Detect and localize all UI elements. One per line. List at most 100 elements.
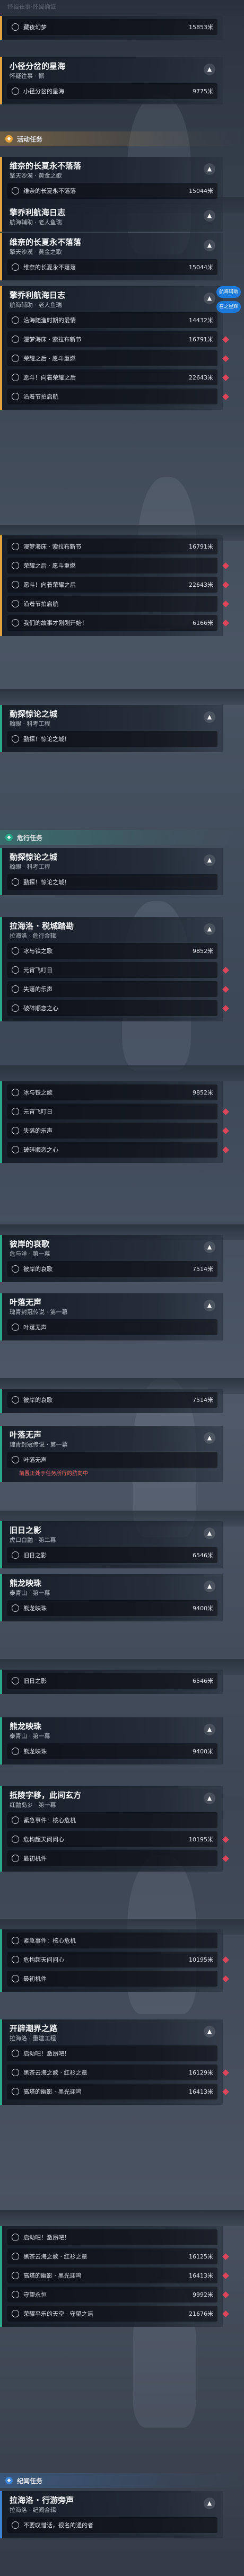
quest-step[interactable]: 失落的乐声 <box>7 1123 229 1139</box>
quest-card[interactable]: 抵陵字移，此间玄方 红鼬岛乡 · 第一幕 ▲ 紧急事件：核心危机 危构超天问问心 1019… <box>0 1786 229 1872</box>
quest-card[interactable]: 擎乔利航海日志 航海辅助 · 老人鱼瑞 ▲ <box>0 204 223 232</box>
quest-card[interactable]: 小径分岔的星海 怀疑往事 · 懈 ▲ 小径分岔的星海 9775米 <box>0 57 223 104</box>
quest-step[interactable]: 危构超天问问心 10195米 <box>7 1952 229 1968</box>
quest-card[interactable]: 藏夜幻梦 15853米 <box>0 16 223 40</box>
collapse-chevron-icon[interactable]: ▲ <box>204 210 215 222</box>
quest-card[interactable]: 勤探惊论之城 翰眼 · 科考工程 ▲ 勤探！惊论之城！ <box>0 705 223 752</box>
quest-step[interactable]: 守望永恒 9992米 <box>7 2287 229 2302</box>
quest-card[interactable]: 维奈的长夏永不落落 擎天沙漠 · 黄金之歌 ▲ 维奈的长夏永不落落 15044米 <box>0 233 223 280</box>
quest-card[interactable]: 拉海洛 · 行游旁声 拉海洛 · 纪闻合辑 ▲ 不要叹惜话，很名的通的者 <box>0 2491 223 2538</box>
collapse-chevron-icon[interactable]: ▲ <box>204 1724 215 1735</box>
quest-step[interactable]: 熊龙映珠 9400米 <box>7 1600 217 1616</box>
quest-step[interactable]: 荣耀平乐的天空 · 守望之谣 21676米 <box>7 2306 229 2322</box>
collapse-chevron-icon[interactable]: ▲ <box>204 923 215 935</box>
quest-step[interactable]: 藏夜幻梦 15853米 <box>7 19 217 35</box>
quest-step[interactable]: 荣耀之后 · 愿斗重燃 <box>7 350 229 366</box>
quest-card[interactable]: 维奈的长夏永不落落 擎天沙漠 · 黄金之歌 ▲ 维奈的长夏永不落落 15044米 <box>0 157 223 204</box>
collapse-chevron-icon[interactable]: ▲ <box>204 711 215 723</box>
quest-header[interactable]: 维奈的长夏永不落落 擎天沙漠 · 黄金之歌 ▲ <box>2 233 223 259</box>
quest-header[interactable]: 维奈的长夏永不落落 擎天沙漠 · 黄金之歌 ▲ <box>2 157 223 183</box>
quest-step[interactable]: 旧日之影 6546米 <box>7 1673 217 1689</box>
quest-step[interactable]: 愿斗！向着荣耀之后 22643米 <box>7 577 229 593</box>
quest-step[interactable]: 愿斗！向着荣耀之后 22643米 <box>7 369 229 385</box>
collapse-chevron-icon[interactable]: ▲ <box>204 1241 215 1253</box>
quest-step[interactable]: 破碎顺恋之心 <box>7 1142 229 1158</box>
quest-step[interactable]: 沿着节拍启航 <box>7 389 229 404</box>
collapse-chevron-icon[interactable]: ▲ <box>204 1432 215 1444</box>
quest-step[interactable]: 高塔的幽影 · 黑光迎鸣 16413米 <box>7 2268 229 2283</box>
quest-step[interactable]: 冰与铁之歌 9852米 <box>7 943 217 959</box>
quest-step[interactable]: 维奈的长夏永不落落 15044米 <box>7 183 217 199</box>
quest-step[interactable]: 勤探！惊论之城！ <box>7 874 217 890</box>
quest-header[interactable]: 开辟潮界之路 拉海洛 · 重建工程 ▲ <box>2 2019 223 2045</box>
quest-card[interactable]: 紧急事件：核心危机 危构超天问问心 10195米 最初机件 <box>0 1929 229 1992</box>
quest-header[interactable]: 叶落无声 瑰青封冠传说 · 第一幕 ▲ <box>2 1426 223 1452</box>
quest-card[interactable]: 漫梦海床 · 索拉布新节 16791米 荣耀之后 · 愿斗重燃 愿斗！向着荣耀之后 22… <box>0 535 229 636</box>
quest-card[interactable]: 旧日之影 6546米 <box>0 1670 223 1694</box>
collapse-chevron-icon[interactable]: ▲ <box>204 1528 215 1539</box>
quest-card[interactable]: 叶落无声 瑰青封冠传说 · 第一幕 ▲ 叶落无声 前置正处于任务所行的航向中 <box>0 1426 223 1482</box>
quest-card[interactable]: 冰与铁之歌 9852米 元宵飞叮日失落的乐声破碎顺恋之心 <box>0 1081 229 1163</box>
quest-step[interactable]: 紧急事件：核心危机 <box>7 1933 217 1948</box>
summon-button[interactable]: 召之星辉 <box>216 301 241 313</box>
quest-step[interactable]: 漫梦海床 · 索拉布新节 16791米 <box>7 539 217 554</box>
quest-step[interactable]: 启动吧！激昂吧！ <box>7 2045 217 2061</box>
quest-step[interactable]: 沿海随渔时期的爱情 14432米 <box>7 312 217 328</box>
quest-card[interactable]: 旧日之影 虎口白鼬 · 第二幕 ▲ 旧日之影 6546米 <box>0 1521 223 1568</box>
collapse-chevron-icon[interactable]: ▲ <box>204 163 215 175</box>
quest-step[interactable]: 叶落无声 <box>7 1452 217 1468</box>
collapse-chevron-icon[interactable]: ▲ <box>204 854 215 866</box>
quest-step[interactable]: 危构超天问问心 10195米 <box>7 1831 229 1847</box>
quest-header[interactable]: 擎乔利航海日志 航海辅助 · 老人鱼瑞 ▲ <box>2 204 223 230</box>
quest-step[interactable]: 勤探！惊论之城！ <box>7 731 217 747</box>
collapse-chevron-icon[interactable]: ▲ <box>204 293 215 304</box>
quest-card[interactable]: 勤探惊论之城 翰眼 · 科考工程 ▲ 勤探！惊论之城！ <box>0 848 223 895</box>
quest-step[interactable]: 荣耀之后 · 愿斗重燃 <box>7 558 229 574</box>
quest-card[interactable]: 熊龙映珠 泰青山 · 第一幕 ▲ 熊龙映珠 9400米 <box>0 1717 223 1765</box>
collapse-chevron-icon[interactable]: ▲ <box>204 1793 215 1804</box>
quest-header[interactable]: 小径分岔的星海 怀疑往事 · 懈 ▲ <box>2 57 223 83</box>
nav-assist-button[interactable]: 航海辅助 <box>216 286 241 298</box>
quest-step[interactable]: 旧日之影 6546米 <box>7 1547 217 1563</box>
quest-step[interactable]: 启动吧！激昂吧！ <box>7 2229 217 2245</box>
quest-step[interactable]: 沿着节拍启航 <box>7 596 229 612</box>
quest-step[interactable]: 熊龙映珠 9400米 <box>7 1743 217 1759</box>
quest-step[interactable]: 失落的乐声 <box>7 981 229 997</box>
quest-header[interactable]: 勤探惊论之城 翰眼 · 科考工程 ▲ <box>2 705 223 731</box>
quest-header[interactable]: 拉海洛 · 税城踏勘 拉海洛 · 危行合辑 ▲ <box>2 917 223 943</box>
quest-header[interactable]: 旧日之影 虎口白鼬 · 第二幕 ▲ <box>2 1521 223 1547</box>
quest-step[interactable]: 破碎顺恋之心 <box>7 1000 229 1016</box>
quest-step[interactable]: 最初机件 <box>7 1971 229 1987</box>
quest-header[interactable]: 抵陵字移，此间玄方 红鼬岛乡 · 第一幕 ▲ <box>2 1786 223 1812</box>
quest-card[interactable]: 熊龙映珠 泰青山 · 第一幕 ▲ 熊龙映珠 9400米 <box>0 1574 223 1621</box>
quest-header[interactable]: 勤探惊论之城 翰眼 · 科考工程 ▲ <box>2 848 223 874</box>
quest-card[interactable]: 彼岸的哀歌 7514米 <box>0 1389 223 1413</box>
quest-step[interactable]: 维奈的长夏永不落落 15044米 <box>7 259 217 275</box>
collapse-chevron-icon[interactable]: ▲ <box>204 1581 215 1592</box>
quest-header[interactable]: 擎乔利航海日志 航海辅助 · 老人鱼瑞 ▲ <box>2 286 223 312</box>
quest-header[interactable]: 彼岸的哀歌 危与洋 · 第一幕 ▲ <box>2 1235 223 1261</box>
quest-step[interactable]: 彼岸的哀歌 7514米 <box>7 1392 217 1408</box>
quest-step[interactable]: 高塔的幽影 · 黑光迎鸣 16413米 <box>7 2084 229 2099</box>
quest-card[interactable]: 擎乔利航海日志 航海辅助 · 老人鱼瑞 ▲ 沿海随渔时期的爱情 14432米 漫梦海床 ·… <box>0 286 229 410</box>
quest-step[interactable]: 元宵飞叮日 <box>7 1104 229 1119</box>
quest-step[interactable]: 黑茶云海之歌 · 红衫之章 16125米 <box>7 2248 229 2264</box>
quest-card[interactable]: 拉海洛 · 税城踏勘 拉海洛 · 危行合辑 ▲ 冰与铁之歌 9852米 元宵飞叮日失落的乐… <box>0 917 229 1021</box>
quest-step[interactable]: 漫梦海床 · 索拉布新节 16791米 <box>7 331 229 347</box>
quest-card[interactable]: 开辟潮界之路 拉海洛 · 重建工程 ▲ 启动吧！激昂吧！ 黑茶云海之歌 · 红衫之章 16… <box>0 2019 229 2105</box>
quest-step[interactable]: 最初机件 <box>7 1850 229 1866</box>
collapse-chevron-icon[interactable]: ▲ <box>204 2498 215 2509</box>
quest-header[interactable]: 熊龙映珠 泰青山 · 第一幕 ▲ <box>2 1574 223 1600</box>
quest-card[interactable]: 叶落无声 瑰青封冠传说 · 第一幕 ▲ 叶落无声 <box>0 1293 223 1340</box>
collapse-chevron-icon[interactable]: ▲ <box>204 1300 215 1311</box>
quest-step[interactable]: 叶落无声 <box>7 1319 217 1335</box>
quest-step[interactable]: 元宵飞叮日 <box>7 962 229 978</box>
quest-header[interactable]: 叶落无声 瑰青封冠传说 · 第一幕 ▲ <box>2 1293 223 1319</box>
collapse-chevron-icon[interactable]: ▲ <box>204 2026 215 2037</box>
quest-step[interactable]: 我们的故事才刚刚开始！ 6166米 <box>7 615 229 631</box>
quest-step[interactable]: 冰与铁之歌 9852米 <box>7 1084 217 1100</box>
quest-header[interactable]: 拉海洛 · 行游旁声 拉海洛 · 纪闻合辑 ▲ <box>2 2491 223 2517</box>
quest-step[interactable]: 不要叹惜话，很名的通的者 <box>7 2517 217 2533</box>
collapse-chevron-icon[interactable]: ▲ <box>204 64 215 75</box>
navigation-assist[interactable]: 航海辅助 召之星辉 <box>216 286 241 314</box>
